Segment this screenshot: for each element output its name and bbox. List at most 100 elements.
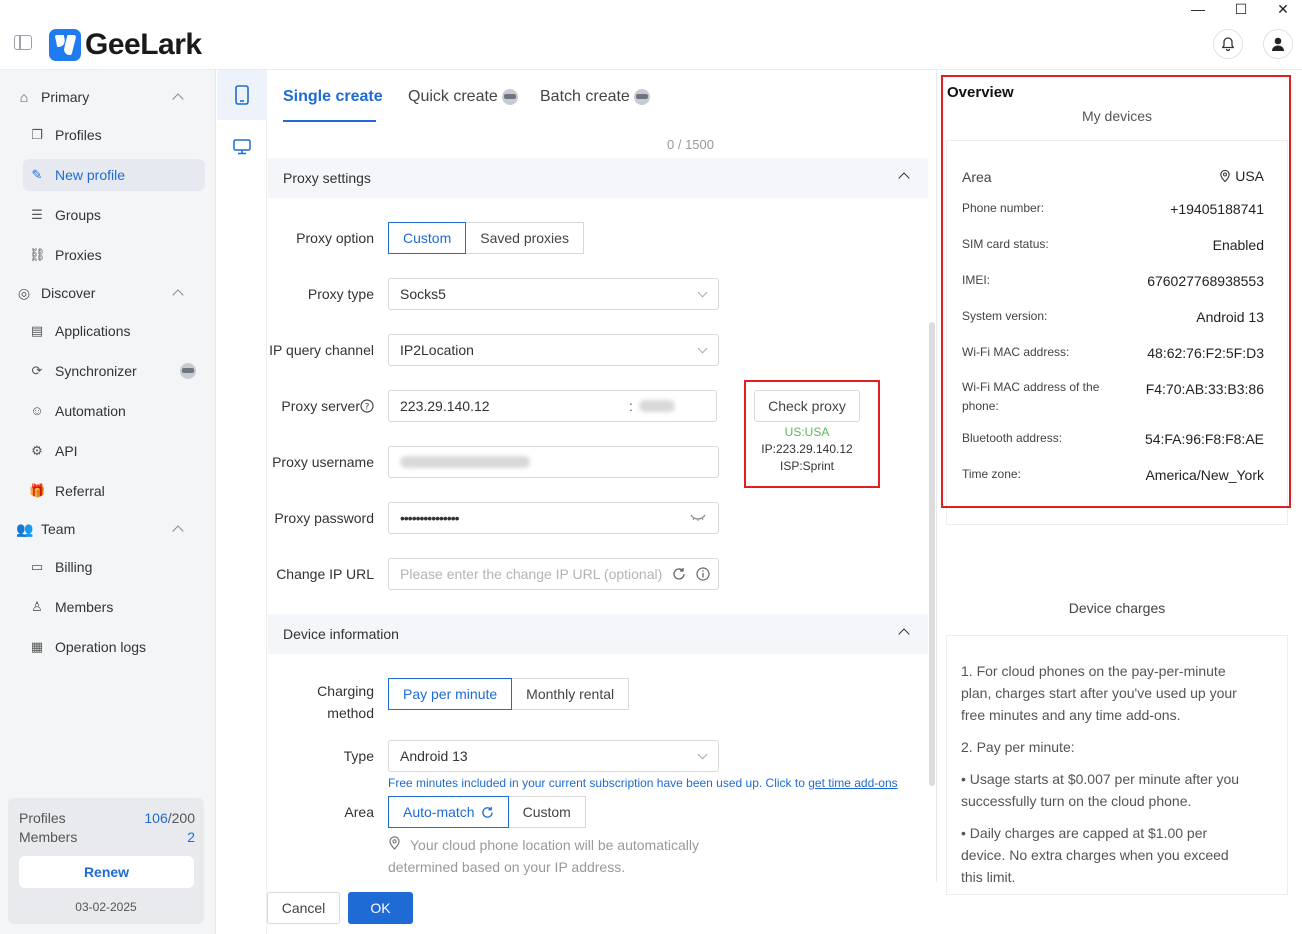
renew-button[interactable]: Renew	[19, 856, 194, 888]
chevron-up-icon	[172, 289, 184, 301]
proxy-icon: ⛓	[29, 247, 46, 262]
proxy-port-redacted	[639, 400, 675, 412]
nav-item-proxies[interactable]: ⛓ Proxies	[23, 239, 205, 271]
proxy-username-label: Proxy username	[272, 454, 374, 470]
nav-item-synchronizer[interactable]: ⟳ Synchronizer	[23, 355, 205, 387]
proxy-option-saved[interactable]: Saved proxies	[466, 222, 584, 254]
nav-item-label: Applications	[55, 323, 131, 339]
nav-item-members[interactable]: ♙ Members	[23, 591, 205, 623]
cancel-button[interactable]: Cancel	[267, 892, 340, 924]
nav-item-label: Operation logs	[55, 639, 147, 655]
device-information-header[interactable]: Device information	[268, 614, 928, 654]
vip-badge-icon	[501, 89, 518, 105]
chevron-up-icon[interactable]	[898, 628, 910, 640]
charging-monthly-rental[interactable]: Monthly rental	[512, 678, 630, 710]
notifications-button[interactable]	[1213, 29, 1243, 59]
nav-group-primary[interactable]: ⌂ Primary	[0, 82, 216, 112]
proxy-settings-header[interactable]: Proxy settings	[268, 158, 928, 198]
charging-pay-per-minute[interactable]: Pay per minute	[388, 678, 513, 710]
eye-closed-icon[interactable]	[690, 513, 706, 523]
app-logo: GeeLark	[49, 28, 202, 62]
nav-item-label: Synchronizer	[55, 363, 137, 379]
proxy-type-label: Proxy type	[307, 286, 374, 302]
list-icon: ☰	[31, 207, 43, 222]
area-label: Area	[344, 804, 374, 820]
charges-note-1: 1. For cloud phones on the pay-per-minut…	[961, 663, 1237, 723]
nav-item-api[interactable]: ⚙ API	[23, 435, 205, 467]
tab-mobile-device[interactable]	[217, 70, 267, 120]
charges-note-4: • Daily charges are capped at $1.00 per …	[961, 825, 1229, 885]
chevron-down-icon	[697, 287, 708, 298]
change-ip-url-input[interactable]: Please enter the change IP URL (optional…	[388, 558, 719, 590]
profiles-icon: ❐	[31, 127, 43, 142]
area-auto-match[interactable]: Auto-match	[388, 796, 509, 828]
edit-icon: ✎	[31, 167, 43, 182]
proxy-password-input[interactable]: •••••••••••••••	[388, 502, 719, 534]
nav-item-groups[interactable]: ☰ Groups	[23, 199, 205, 231]
vip-badge-icon	[180, 363, 196, 379]
area-auto-note: Your cloud phone location will be automa…	[388, 837, 699, 875]
nav-item-applications[interactable]: ▤ Applications	[23, 315, 205, 347]
tab-desktop-device[interactable]	[217, 122, 267, 172]
app-name: GeeLark	[85, 28, 202, 61]
info-icon[interactable]	[696, 567, 710, 581]
chevron-down-icon	[697, 343, 708, 354]
change-ip-url-label: Change IP URL	[276, 566, 374, 582]
quota-profiles-label: Profiles	[19, 810, 66, 826]
device-type-select[interactable]: Android 13	[388, 740, 719, 772]
tab-single-create[interactable]: Single create	[283, 88, 383, 106]
account-button[interactable]	[1263, 29, 1293, 59]
nav-item-new-profile[interactable]: ✎ New profile	[23, 159, 205, 191]
nav-item-referral[interactable]: 🎁 Referral	[23, 475, 205, 507]
charging-label-line-1: Charging	[317, 683, 374, 699]
refresh-icon[interactable]	[672, 567, 686, 581]
tab-quick-create[interactable]: Quick create	[408, 88, 518, 106]
proxy-type-select[interactable]: Socks5	[388, 278, 719, 310]
svg-text:?: ?	[365, 403, 370, 413]
nav-item-automation[interactable]: ☺ Automation	[23, 395, 205, 427]
proxy-option-custom[interactable]: Custom	[388, 222, 467, 254]
get-time-addons-link[interactable]: get time add-ons	[808, 776, 897, 790]
ip-query-channel-value: IP2Location	[400, 342, 474, 358]
maximize-button[interactable]: ☐	[1219, 0, 1263, 18]
free-minutes-hint: Free minutes included in your current su…	[388, 776, 898, 790]
nav-item-label: New profile	[55, 167, 126, 183]
tab-batch-create[interactable]: Batch create	[540, 88, 650, 106]
area-toggle: Auto-match Custom	[388, 796, 586, 828]
minimize-button[interactable]: —	[1176, 0, 1220, 18]
quota-profiles-total: /200	[167, 810, 195, 826]
sidebar-toggle-icon[interactable]	[14, 35, 32, 50]
phone-icon	[235, 85, 249, 105]
quota-members-count[interactable]: 2	[187, 829, 195, 847]
logs-icon: ▦	[30, 639, 44, 654]
nav-item-operation-logs[interactable]: ▦ Operation logs	[23, 631, 205, 663]
area-custom[interactable]: Custom	[508, 796, 586, 828]
proxy-server-input[interactable]: 223.29.140.12 :	[388, 390, 717, 422]
ip-query-channel-select[interactable]: IP2Location	[388, 334, 719, 366]
section-title: Device information	[283, 626, 399, 642]
section-title: Proxy settings	[283, 170, 371, 186]
nav-item-billing[interactable]: ▭ Billing	[23, 551, 205, 583]
members-icon: ♙	[31, 599, 43, 614]
nav-item-label: Profiles	[55, 127, 102, 143]
close-button[interactable]: ✕	[1261, 0, 1302, 18]
quota-members: Members 2	[19, 829, 195, 847]
synchronizer-icon: ⟳	[31, 363, 43, 378]
form-scrollbar[interactable]	[929, 322, 935, 786]
ok-button[interactable]: OK	[348, 892, 413, 924]
nav-group-team[interactable]: 👥 Team	[0, 514, 216, 544]
device-type-value: Android 13	[400, 748, 468, 764]
robot-icon: ☺	[30, 403, 44, 418]
nav-group-discover[interactable]: ◎ Discover	[0, 278, 216, 308]
tab-label: Quick create	[408, 88, 498, 105]
chevron-up-icon[interactable]	[898, 172, 910, 184]
charging-method-toggle: Pay per minute Monthly rental	[388, 678, 630, 710]
api-icon: ⚙	[31, 443, 43, 458]
help-circle-icon[interactable]: ?	[360, 399, 374, 413]
change-ip-url-placeholder: Please enter the change IP URL (optional…	[400, 566, 663, 582]
bell-icon	[1221, 37, 1235, 52]
team-icon: 👥	[16, 521, 34, 537]
nav-item-profiles[interactable]: ❐ Profiles	[23, 119, 205, 151]
quota-profiles-used[interactable]: 106	[144, 810, 167, 826]
proxy-username-input[interactable]	[388, 446, 719, 478]
